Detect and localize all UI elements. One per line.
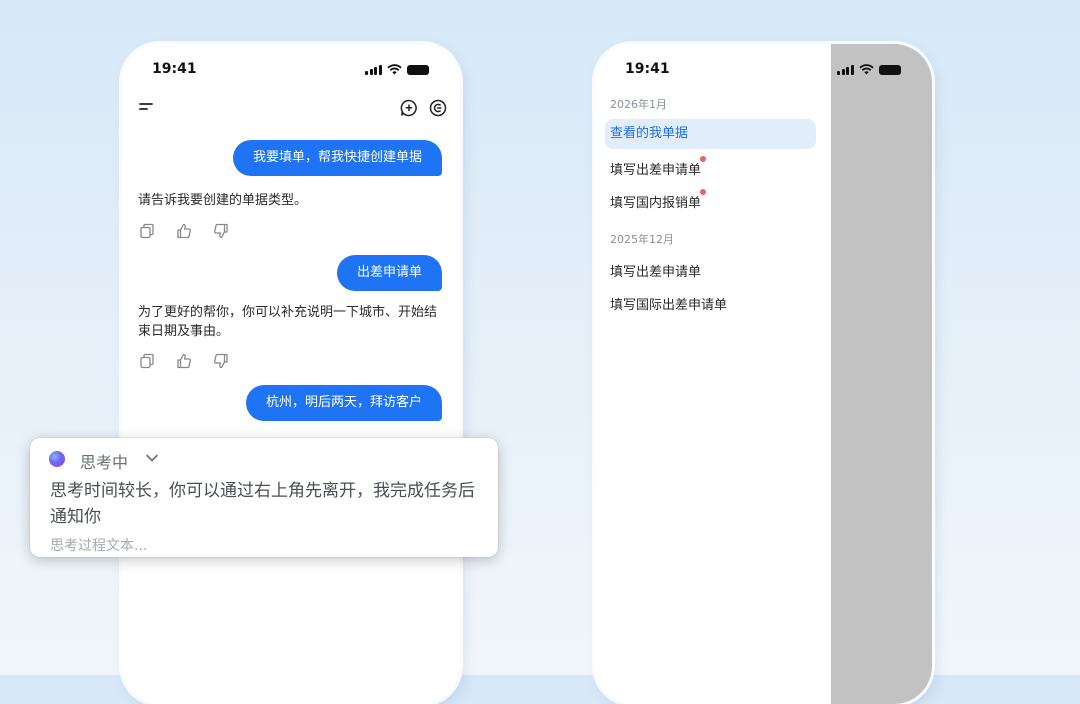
thinking-message: 思考时间较长，你可以通过右上角先离开，我完成任务后通知你 [50,481,475,527]
status-time: 19:41 [152,61,197,77]
history-item[interactable]: 填写国内报销单 [610,189,707,211]
history-item-label: 填写国内报销单 [610,196,702,211]
cellular-signal-icon [365,64,382,75]
thumbs-down-icon[interactable] [212,352,230,370]
history-item-label: 填写出差申请单 [610,163,702,178]
clear-context-icon[interactable] [429,99,447,117]
history-item[interactable]: 填写国际出差申请单 [610,294,727,313]
chat-phone-frame: 19:41 我要填单，帮我快捷创建单据 请告诉我要创建的单据类型。 出差申请单 … [122,44,460,704]
copy-icon[interactable] [138,352,156,370]
copy-icon[interactable] [138,222,156,240]
user-message: 杭州，明后两天，拜访客户 [245,385,442,421]
battery-icon [878,64,901,75]
history-group-label: 2025年12月 [610,233,674,246]
thinking-process-text: 思考过程文本... [50,538,148,554]
battery-icon [406,64,429,75]
unread-badge [700,156,707,162]
history-phone-frame: 19:41 2026年1月 查看的我单据 填写出差申请单 填写国内报销单 202… [595,44,932,704]
chevron-down-icon[interactable] [144,450,160,466]
unread-badge [700,189,707,195]
thinking-card: 思考中 思考时间较长，你可以通过右上角先离开，我完成任务后通知你 思考过程文本.… [30,438,498,557]
message-actions [138,352,230,370]
status-time: 19:41 [625,61,670,77]
menu-icon[interactable] [138,99,154,115]
new-chat-icon[interactable] [400,99,418,117]
message-actions [138,222,230,240]
history-item[interactable]: 查看的我单据 [605,119,816,149]
ai-orb-icon [49,451,65,467]
wifi-icon [858,64,874,75]
assistant-message: 为了更好的帮你，你可以补充说明一下城市、开始结束日期及事由。 [138,305,438,339]
thinking-status: 思考中 [80,453,129,472]
status-icons [837,64,901,75]
cellular-signal-icon [837,64,854,75]
thumbs-up-icon[interactable] [175,222,193,240]
thumbs-down-icon[interactable] [212,222,230,240]
assistant-message: 请告诉我要创建的单据类型。 [138,193,308,208]
history-group-label: 2026年1月 [610,98,667,111]
history-item[interactable]: 填写出差申请单 [610,156,707,178]
user-message: 出差申请单 [336,255,442,291]
history-item[interactable]: 填写出差申请单 [610,261,701,280]
user-message: 我要填单，帮我快捷创建单据 [232,140,442,176]
thumbs-up-icon[interactable] [175,352,193,370]
status-icons [365,64,429,75]
history-drawer: 19:41 2026年1月 查看的我单据 填写出差申请单 填写国内报销单 202… [595,44,831,704]
dim-overlay[interactable] [831,44,932,704]
wifi-icon [386,64,402,75]
